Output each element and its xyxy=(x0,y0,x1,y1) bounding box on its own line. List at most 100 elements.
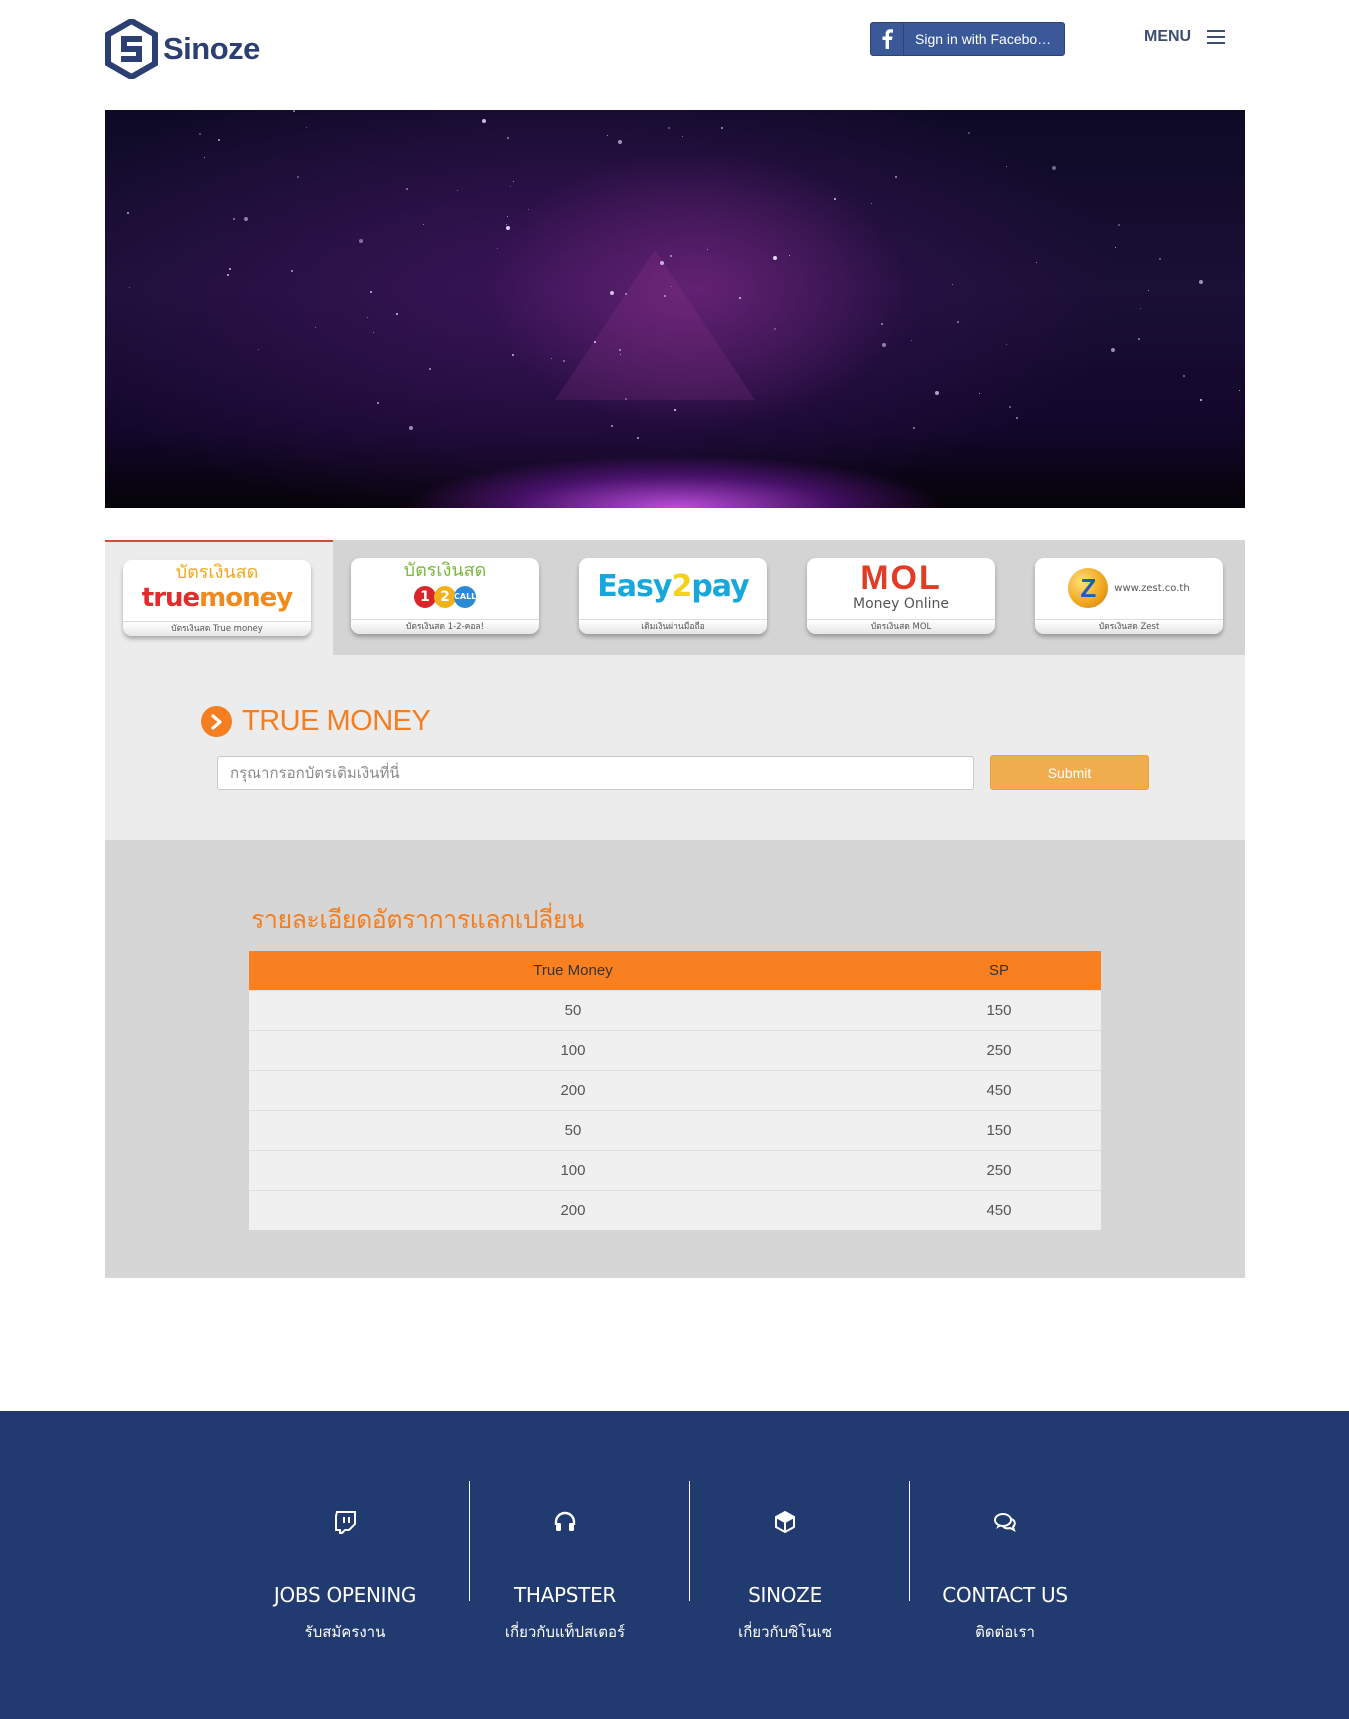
banner-star xyxy=(673,409,676,412)
payment-method-tabs: บัตรเงินสด truemoney บัตรเงินสด True mon… xyxy=(105,540,1245,655)
banner-star xyxy=(199,132,202,135)
logo-text: Sinoze xyxy=(163,31,260,66)
zest-logo-url: www.zest.co.th xyxy=(1114,582,1190,594)
banner-star xyxy=(789,255,791,257)
footer-item-sinoze[interactable]: SINOZE เกี่ยวกับซิโนเซ xyxy=(675,1411,895,1651)
table-cell: 250 xyxy=(896,1149,1101,1190)
banner-star xyxy=(510,186,512,187)
site-logo[interactable]: Sinoze xyxy=(104,18,260,80)
banner-star xyxy=(233,218,236,221)
hamburger-icon xyxy=(1207,30,1226,44)
truemoney-logo: บัตรเงินสด truemoney xyxy=(123,560,311,620)
table-header-row: True Money SP xyxy=(249,951,1101,990)
table-cell: 150 xyxy=(896,1109,1101,1150)
banner-star xyxy=(625,292,628,295)
banner-star xyxy=(1198,279,1203,284)
banner-star xyxy=(1005,343,1007,345)
zest-card: Z www.zest.co.th บัตรเงินสด Zest xyxy=(1035,558,1223,634)
banner-star xyxy=(1139,307,1141,309)
banner-star xyxy=(668,127,671,130)
banner-triangle-shape xyxy=(555,250,755,400)
footer-item-jobs[interactable]: JOBS OPENING รับสมัครงาน xyxy=(235,1411,455,1651)
banner-star xyxy=(227,273,230,276)
banner-star xyxy=(721,127,723,130)
banner-star xyxy=(290,269,293,272)
zest-caption: บัตรเงินสด Zest xyxy=(1035,619,1223,634)
banner-star xyxy=(1015,417,1018,420)
menu-button[interactable]: MENU xyxy=(1144,28,1226,46)
banner-star xyxy=(618,139,623,144)
12call-logo-main: 1 2 CALL xyxy=(351,586,539,608)
card-code-input[interactable] xyxy=(217,756,974,790)
easy2pay-logo-main: Easy2pay xyxy=(597,569,749,604)
banner-star xyxy=(1117,223,1120,226)
banner-star xyxy=(218,139,221,142)
zest-logo-mark: Z xyxy=(1068,568,1109,608)
footer-item-thapster[interactable]: THAPSTER เกี่ยวกับแท็ปสเตอร์ xyxy=(455,1411,675,1651)
banner-star xyxy=(935,390,940,395)
tab-mol[interactable]: MOL Money Online บัตรเงินสด MOL xyxy=(789,540,1017,655)
banner-star xyxy=(527,208,529,210)
site-footer: JOBS OPENING รับสมัครงาน THAPSTER เกี่ยว… xyxy=(0,1411,1349,1719)
facebook-signin-button[interactable]: Sign in with Facebo… xyxy=(870,22,1065,56)
banner-star xyxy=(457,190,459,192)
banner-star xyxy=(229,267,232,270)
12call-caption: บัตรเงินสด 1-2-คอล! xyxy=(351,619,539,634)
submit-button[interactable]: Submit xyxy=(990,755,1149,790)
exchange-rate-table: True Money SP 50 150 100 250 200 450 50 150 … xyxy=(249,951,1101,1230)
comments-icon xyxy=(994,1513,1016,1532)
12call-logo-top: บัตรเงินสด xyxy=(403,560,487,581)
banner-star xyxy=(126,212,129,215)
facebook-icon xyxy=(871,23,904,55)
banner-star xyxy=(505,225,510,230)
tab-easy2pay[interactable]: Easy2pay เติมเงินผ่านมือถือ xyxy=(561,540,789,655)
tab-12call[interactable]: บัตรเงินสด 1 2 CALL บัตรเงินสด 1-2-คอล! xyxy=(333,540,561,655)
easy2pay-card: Easy2pay เติมเงินผ่านมือถือ xyxy=(579,558,767,634)
banner-star xyxy=(1006,166,1008,168)
sinoze-logo-icon xyxy=(105,19,158,79)
banner-star xyxy=(423,223,425,225)
banner-star xyxy=(1147,289,1149,291)
table-row: 200 450 xyxy=(249,1069,1101,1110)
table-row: 50 150 xyxy=(249,1109,1101,1150)
banner-star xyxy=(512,181,514,182)
banner-star xyxy=(359,238,364,243)
table-cell: 100 xyxy=(249,1029,897,1070)
hero-banner xyxy=(105,110,1245,508)
banner-star xyxy=(978,393,980,395)
banner-star xyxy=(128,287,130,289)
mol-logo-main: MOL xyxy=(860,559,942,597)
headphones-icon xyxy=(554,1511,576,1531)
site-header: Sinoze Sign in with Facebo… MENU xyxy=(0,0,1349,100)
banner-star xyxy=(1158,258,1161,261)
truemoney-logo-top: บัตรเงินสด xyxy=(175,562,259,583)
banner-star xyxy=(957,321,960,324)
banner-star xyxy=(968,132,971,134)
banner-star xyxy=(1009,405,1012,408)
tab-zest[interactable]: Z www.zest.co.th บัตรเงินสด Zest xyxy=(1017,540,1245,655)
banner-star xyxy=(367,317,369,319)
tab-truemoney[interactable]: บัตรเงินสด truemoney บัตรเงินสด True mon… xyxy=(105,540,333,655)
easy2pay-caption: เติมเงินผ่านมือถือ xyxy=(579,619,767,634)
banner-star xyxy=(670,254,673,257)
banner-star xyxy=(396,313,399,316)
mol-logo-sub: Money Online xyxy=(852,596,950,612)
banner-star xyxy=(682,135,684,137)
banner-star xyxy=(507,136,509,139)
banner-star xyxy=(257,348,259,350)
table-cell: 450 xyxy=(896,1189,1101,1230)
exchange-rate-section: รายละเอียดอัตราการแลกเปลี่ยน True Money … xyxy=(105,840,1245,1278)
exchange-rate-title: รายละเอียดอัตราการแลกเปลี่ยน xyxy=(251,905,584,934)
footer-title: THAPSTER xyxy=(513,1583,617,1607)
banner-star xyxy=(429,367,432,370)
table-cell: 200 xyxy=(249,1069,897,1110)
banner-star xyxy=(377,401,380,404)
banner-star xyxy=(551,357,553,359)
form-title-text: TRUE MONEY xyxy=(242,705,431,737)
footer-item-contact[interactable]: CONTACT US ติดต่อเรา xyxy=(895,1411,1115,1651)
banner-star xyxy=(372,331,374,333)
banner-star xyxy=(292,110,295,113)
truemoney-card: บัตรเงินสด truemoney บัตรเงินสด True mon… xyxy=(123,560,311,636)
banner-star xyxy=(833,198,836,201)
table-cell: 450 xyxy=(896,1069,1101,1110)
